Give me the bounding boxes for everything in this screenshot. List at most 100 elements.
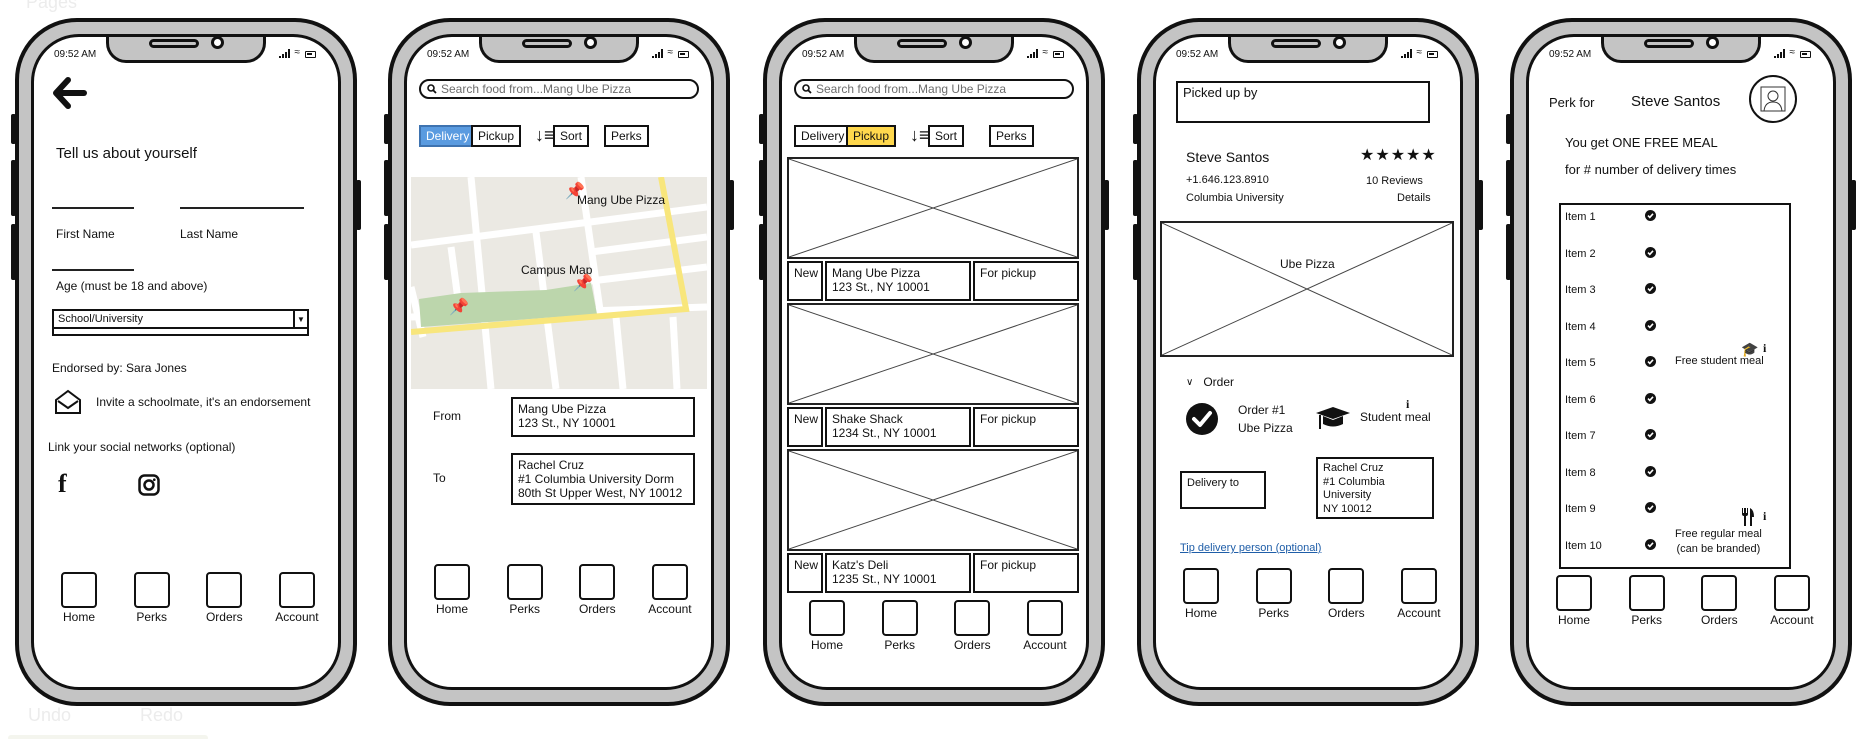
info-icon[interactable]: i [1763,509,1766,524]
from-label: From [433,409,461,423]
tab-perks[interactable]: Perks [869,600,931,652]
tab-home[interactable]: Home [1170,568,1232,620]
instagram-icon[interactable] [138,474,160,501]
account-icon [651,564,688,600]
battery-icon [1053,51,1064,58]
search-input[interactable]: Search food from...Mang Ube Pizza [794,79,1074,99]
school-select[interactable]: School/University ▼ [52,309,309,339]
tab-perks[interactable]: Perks [1616,575,1678,627]
perks-icon [881,600,918,636]
tab-home[interactable]: Home [796,600,858,652]
age-field[interactable] [52,269,134,271]
reward-regular: Free regular meal (can be branded) [1675,528,1762,555]
driver-name: Steve Santos [1186,149,1270,165]
tab-account[interactable]: Account [639,564,701,616]
delivery-address-box: Rachel Cruz #1 Columbia University NY 10… [1316,457,1434,519]
chip-perks[interactable]: Perks [604,125,649,147]
tab-orders[interactable]: Orders [941,600,1003,652]
tab-orders[interactable]: Orders [193,572,255,624]
invite-schoolmate-button[interactable]: Invite a schoolmate, it's an endorsement [54,389,310,415]
chip-pickup[interactable]: Pickup [471,125,522,147]
search-input[interactable]: Search food from...Mang Ube Pizza [419,79,699,99]
home-icon [61,572,97,608]
chip-pickup[interactable]: Pickup [846,125,897,147]
perk-item-label: Item 1 [1565,211,1596,223]
search-placeholder: Search food from...Mang Ube Pizza [441,82,632,96]
details-link[interactable]: Details [1397,192,1431,204]
listing-status: For pickup [973,407,1079,447]
avatar[interactable] [1749,75,1797,123]
perks-icon [1628,575,1665,611]
listing-info[interactable]: Katz's Deli 1235 St., NY 10001 [825,553,971,593]
info-icon[interactable]: i [1763,341,1766,356]
check-circle-icon [1645,281,1656,299]
facebook-icon[interactable]: f [58,469,67,499]
first-name-field[interactable] [52,207,134,209]
perk-item-label: Item 7 [1565,430,1596,442]
phone-notch [854,37,1014,63]
perk-item-row: Item 2 [1565,246,1685,262]
tab-orders[interactable]: Orders [1315,568,1377,620]
tab-home[interactable]: Home [421,564,483,616]
tab-perks[interactable]: Perks [1243,568,1305,620]
sort-icon[interactable]: ↓≡ [535,125,555,146]
check-circle-icon [1645,208,1656,226]
tab-perks[interactable]: Perks [494,564,556,616]
check-circle-icon [1645,427,1656,445]
tab-account[interactable]: Account [1761,575,1823,627]
last-name-field[interactable] [180,207,304,209]
status-icons: ≈ [278,47,316,58]
chip-sort[interactable]: Sort [553,125,590,147]
tab-account[interactable]: Account [1014,600,1076,652]
listing-image-placeholder[interactable] [787,449,1079,551]
to-label: To [433,471,446,485]
phone-mockup-delivery: 09:52 AM ≈ Search food from...Mang Ube P… [384,18,734,706]
chip-delivery[interactable]: Delivery [419,125,477,147]
sort-icon[interactable]: ↓≡ [910,125,930,146]
tab-account[interactable]: Account [266,572,328,624]
perk-item-label: Item 5 [1565,357,1596,369]
pin-icon[interactable]: 📌 [573,273,593,293]
check-circle-icon [1645,464,1656,482]
canvas-bottom-bar [8,735,208,739]
chip-delivery[interactable]: Delivery [794,125,852,147]
driver-phone: +1.646.123.8910 [1186,174,1269,186]
listing-info[interactable]: Mang Ube Pizza 123 St., NY 10001 [825,261,971,301]
listing-image-placeholder[interactable] [787,303,1079,405]
tab-perks[interactable]: Perks [121,572,183,624]
user-avatar-icon [1760,86,1786,112]
order-toggle[interactable]: ∨ Order [1186,375,1234,389]
back-arrow-icon[interactable] [52,77,88,114]
tab-orders[interactable]: Orders [566,564,628,616]
perk-item-label: Item 3 [1565,284,1596,296]
undo-button[interactable]: Undo [28,705,71,726]
delivery-to-label-box: Delivery to [1180,471,1266,509]
chip-perks[interactable]: Perks [989,125,1034,147]
listing-image-placeholder[interactable] [787,157,1079,259]
phone-mockup-order: 09:52 AM ≈ Picked up by Steve Santos ★★★… [1133,18,1483,706]
chip-sort[interactable]: Sort [928,125,965,147]
tab-home[interactable]: Home [1543,575,1605,627]
perk-item-row: Item 1 [1565,209,1685,225]
image-label: Ube Pizza [1280,257,1335,271]
user-name: Steve Santos [1631,93,1721,110]
home-icon [1183,568,1219,604]
tab-account[interactable]: Account [1388,568,1450,620]
home-icon [434,564,470,600]
tip-delivery-link[interactable]: Tip delivery person (optional) [1180,542,1321,554]
tab-bar: Home Perks Orders Account [1170,568,1450,620]
tab-orders[interactable]: Orders [1688,575,1750,627]
orders-icon [954,600,991,636]
listing-info[interactable]: Shake Shack 1234 St., NY 10001 [825,407,971,447]
envelope-open-icon [55,389,81,414]
campus-map[interactable]: 📌 Mang Ube Pizza Campus Map 📌 📌 [407,176,708,390]
reviews-count[interactable]: 10 Reviews [1366,175,1423,187]
map-label-restaurant: Mang Ube Pizza [577,193,666,207]
tab-bar: Home Perks Orders Account [1543,575,1823,627]
home-icon [1556,575,1592,611]
new-badge: New [787,553,823,593]
pin-icon[interactable]: 📌 [449,297,469,317]
screen-delivery: 09:52 AM ≈ Search food from...Mang Ube P… [404,34,714,690]
redo-button[interactable]: Redo [140,705,183,726]
tab-home[interactable]: Home [48,572,110,624]
